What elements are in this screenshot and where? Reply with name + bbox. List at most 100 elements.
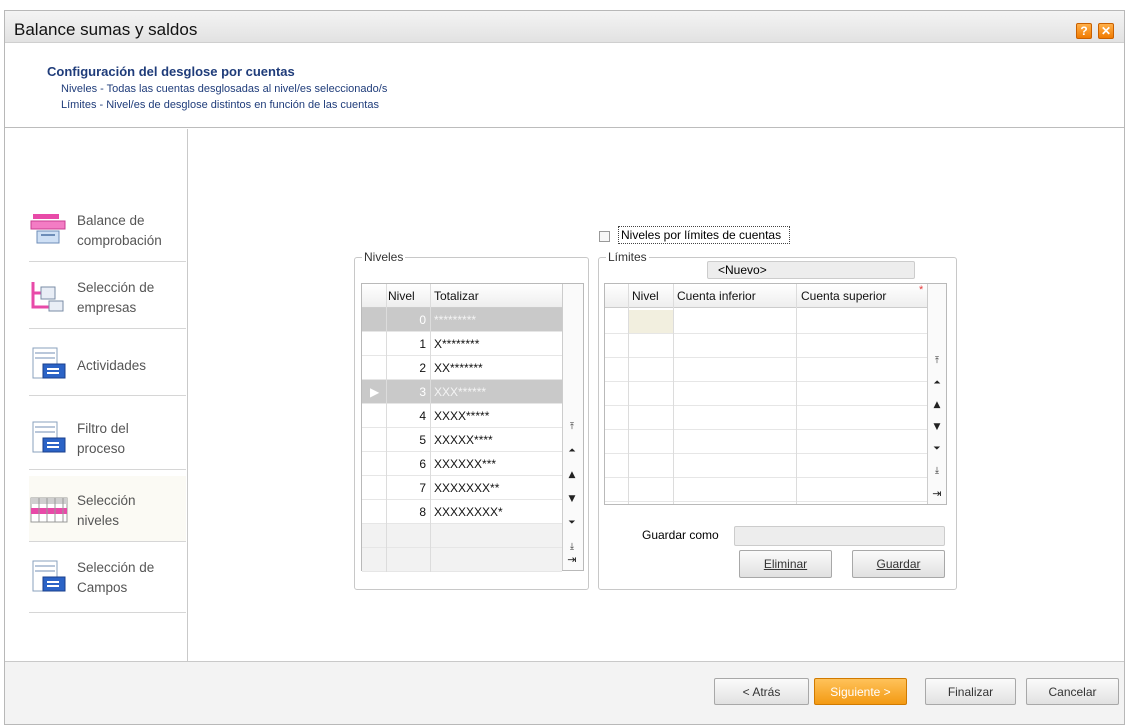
sidebar-item-label: proceso bbox=[77, 441, 126, 456]
table-row[interactable] bbox=[362, 524, 562, 548]
atras-button[interactable]: < Atrás bbox=[714, 678, 809, 705]
header-line-niveles: Niveles - Todas las cuentas desglosadas … bbox=[61, 83, 388, 95]
page-down-icon[interactable]: ⏷ bbox=[929, 438, 945, 460]
totalizar-cell: XXXXX**** bbox=[434, 433, 493, 447]
sidebar-item-label: Selección de bbox=[77, 280, 155, 295]
page-up-icon[interactable]: ⏶ bbox=[929, 372, 945, 394]
totalizar-cell: XX******* bbox=[434, 361, 483, 375]
table-row[interactable]: 4 XXXX***** bbox=[362, 404, 562, 428]
sidebar-item-label: niveles bbox=[77, 513, 120, 528]
nivel-cell: 1 bbox=[419, 337, 426, 351]
nivel-cell: 0 bbox=[419, 313, 426, 327]
levels-icon bbox=[30, 497, 68, 523]
totalizar-cell: XXXXXXXX* bbox=[434, 505, 503, 519]
sidebar-item-label: empresas bbox=[77, 300, 137, 315]
required-mark: * bbox=[919, 284, 924, 296]
goto-icon[interactable]: ⇥ bbox=[929, 482, 945, 504]
col-header-cuenta-inferior[interactable]: Cuenta inferior bbox=[677, 289, 756, 303]
page-up-icon[interactable]: ⏶ bbox=[564, 440, 580, 462]
header-line-limites: Límites - Nivel/es de desglose distintos… bbox=[61, 99, 379, 111]
balance-icon bbox=[30, 214, 66, 244]
up-icon[interactable]: ▲ bbox=[564, 464, 580, 486]
nivel-cell: 5 bbox=[419, 433, 426, 447]
totalizar-cell: XXXXXXX** bbox=[434, 481, 500, 495]
col-header-totalizar[interactable]: Totalizar bbox=[434, 289, 479, 303]
table-row[interactable] bbox=[605, 406, 927, 430]
table-row[interactable] bbox=[605, 358, 927, 382]
totalizar-cell: X******** bbox=[434, 337, 480, 351]
nivel-cell: 2 bbox=[419, 361, 426, 375]
table-row[interactable] bbox=[605, 310, 927, 334]
sidebar-item-label: comprobación bbox=[77, 233, 162, 248]
sidebar-item-balance[interactable]: Balance de comprobación bbox=[29, 196, 186, 262]
table-row[interactable] bbox=[362, 548, 562, 572]
page-title: Configuración del desglose por cuentas bbox=[47, 64, 295, 79]
first-icon[interactable]: ⤒ bbox=[564, 416, 580, 438]
table-row[interactable]: 6 XXXXXX*** bbox=[362, 452, 562, 476]
nivel-cell: 6 bbox=[419, 457, 426, 471]
niveles-limites-checkbox[interactable] bbox=[599, 231, 610, 242]
page-down-icon[interactable]: ⏷ bbox=[564, 512, 580, 534]
table-row[interactable]: ▶ 3 XXX****** bbox=[362, 380, 562, 404]
table-row[interactable]: 7 XXXXXXX** bbox=[362, 476, 562, 500]
table-row[interactable]: 8 XXXXXXXX* bbox=[362, 500, 562, 524]
table-row[interactable]: 2 XX******* bbox=[362, 356, 562, 380]
niveles-group-label: Niveles bbox=[362, 250, 406, 264]
nivel-cell: 7 bbox=[419, 481, 426, 495]
table-row[interactable]: 1 X******** bbox=[362, 332, 562, 356]
eliminar-button[interactable]: Eliminar bbox=[739, 550, 832, 578]
totalizar-cell: XXXXXX*** bbox=[434, 457, 497, 471]
totalizar-cell: XXX****** bbox=[434, 385, 487, 399]
nivel-cell: 3 bbox=[419, 385, 426, 399]
nivel-cell: 4 bbox=[419, 409, 426, 423]
close-button[interactable]: ✕ bbox=[1098, 23, 1114, 39]
limites-group-label: Límites bbox=[606, 250, 649, 264]
guardar-button[interactable]: Guardar bbox=[852, 550, 945, 578]
sidebar-item-campos[interactable]: Selección de Campos bbox=[29, 543, 186, 613]
siguiente-button[interactable]: Siguiente > bbox=[814, 678, 907, 705]
col-header-cuenta-superior[interactable]: Cuenta superior bbox=[801, 289, 886, 303]
last-icon[interactable]: ⤓ bbox=[929, 460, 945, 482]
sidebar-item-filtro[interactable]: Filtro del proceso bbox=[29, 404, 186, 470]
sidebar-item-label: Balance de bbox=[77, 213, 145, 228]
totalizar-cell: XXXX***** bbox=[434, 409, 490, 423]
col-header-nivel[interactable]: Nivel bbox=[388, 289, 415, 303]
filter-icon bbox=[32, 421, 66, 453]
fields-icon bbox=[32, 560, 66, 592]
sidebar-item-niveles[interactable]: Selección niveles bbox=[29, 476, 186, 542]
table-row[interactable]: 5 XXXXX**** bbox=[362, 428, 562, 452]
table-row[interactable] bbox=[605, 454, 927, 478]
col-header-nivel-limites[interactable]: Nivel bbox=[632, 289, 659, 303]
first-icon[interactable]: ⤒ bbox=[929, 350, 945, 372]
window-title: Balance sumas y saldos bbox=[14, 20, 198, 39]
guardar-como-input[interactable] bbox=[734, 526, 945, 546]
nivel-cell: 8 bbox=[419, 505, 426, 519]
sidebar-item-label: Selección bbox=[77, 493, 136, 508]
table-row[interactable]: 0 ********* bbox=[362, 308, 562, 332]
sidebar-item-label: Filtro del bbox=[77, 421, 129, 436]
down-icon[interactable]: ▼ bbox=[929, 416, 945, 438]
niveles-limites-label[interactable]: Niveles por límites de cuentas bbox=[618, 226, 791, 244]
sidebar-item-label: Actividades bbox=[77, 358, 147, 373]
table-row[interactable] bbox=[605, 334, 927, 358]
totalizar-cell: ********* bbox=[434, 313, 477, 327]
sidebar-item-label: Selección de bbox=[77, 560, 155, 575]
cancelar-button[interactable]: Cancelar bbox=[1026, 678, 1119, 705]
up-icon[interactable]: ▲ bbox=[929, 394, 945, 416]
activities-icon bbox=[32, 347, 66, 379]
limites-grid: Nivel Cuenta inferior Cuenta superior * … bbox=[604, 283, 947, 505]
table-row[interactable] bbox=[605, 382, 927, 406]
limites-combo[interactable]: <Nuevo> bbox=[707, 261, 915, 279]
sidebar-item-actividades[interactable]: Actividades bbox=[29, 330, 186, 396]
guardar-como-label: Guardar como bbox=[642, 528, 719, 542]
sidebar-item-empresas[interactable]: Selección de empresas bbox=[29, 263, 186, 329]
niveles-grid: Nivel Totalizar 0 ********* 1 X******** 2 XX*… bbox=[361, 283, 584, 572]
down-icon[interactable]: ▼ bbox=[564, 488, 580, 510]
finalizar-button[interactable]: Finalizar bbox=[925, 678, 1016, 705]
help-button[interactable]: ? bbox=[1076, 23, 1092, 39]
row-indicator-icon: ▶ bbox=[370, 385, 380, 399]
companies-icon bbox=[31, 282, 64, 312]
table-row[interactable] bbox=[605, 478, 927, 502]
goto-icon[interactable]: ⇥ bbox=[564, 548, 580, 570]
table-row[interactable] bbox=[605, 430, 927, 454]
